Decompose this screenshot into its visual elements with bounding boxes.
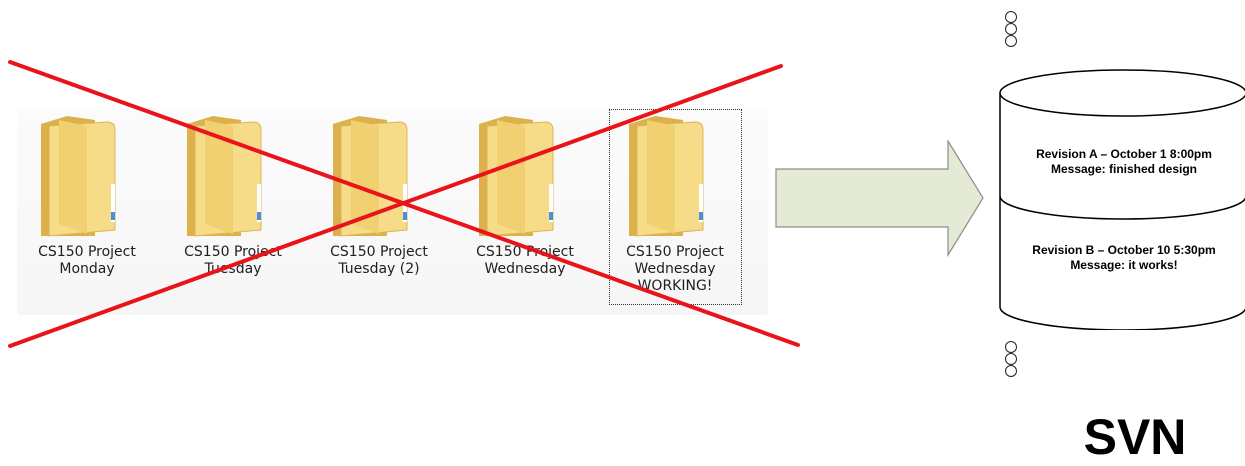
- folder-item-wednesday[interactable]: CS150 Project Wednesday: [455, 108, 595, 308]
- folder-icon: [41, 116, 116, 237]
- ellipsis-dot: [1005, 353, 1017, 365]
- folder-label: CS150 Project Wednesday WORKING!: [626, 244, 724, 294]
- svn-label: SVN: [1083, 409, 1187, 465]
- ellipsis-dot: [1005, 365, 1017, 377]
- ellipsis-dot: [1005, 341, 1017, 353]
- folder-label: CS150 Project Monday: [38, 244, 136, 277]
- revision-message: Message: it works!: [1070, 258, 1178, 272]
- ellipsis-dot: [1005, 35, 1017, 47]
- cylinder-top: [999, 69, 1245, 117]
- folder-item-wednesday-working[interactable]: CS150 Project Wednesday WORKING!: [605, 108, 745, 308]
- folder-icon: [629, 116, 704, 237]
- folder-icon: [187, 116, 262, 237]
- folder-item-monday[interactable]: CS150 Project Monday: [17, 108, 157, 308]
- ellipsis-dot: [1005, 11, 1017, 23]
- ellipsis-dot: [1005, 23, 1017, 35]
- folder-icon: [479, 116, 554, 237]
- revision-a: Revision A – October 1 8:00pm Message: f…: [1000, 147, 1245, 177]
- right-arrow: [775, 140, 984, 258]
- folder-label: CS150 Project Wednesday: [476, 244, 574, 277]
- revision-title: Revision A – October 1 8:00pm: [1036, 147, 1212, 161]
- folder-view-panel: CS150 Project Monday CS150 Project Tuesday…: [17, 108, 768, 315]
- revision-b: Revision B – October 10 5:30pm Message: …: [1000, 243, 1245, 273]
- folder-label: CS150 Project Tuesday (2): [330, 244, 428, 277]
- folder-item-tuesday[interactable]: CS150 Project Tuesday: [163, 108, 303, 308]
- folder-label: CS150 Project Tuesday: [184, 244, 282, 277]
- revision-title: Revision B – October 10 5:30pm: [1032, 243, 1216, 257]
- folder-icon: [333, 116, 408, 237]
- revision-message: Message: finished design: [1050, 162, 1198, 176]
- folder-item-tuesday-2[interactable]: CS150 Project Tuesday (2): [309, 108, 449, 308]
